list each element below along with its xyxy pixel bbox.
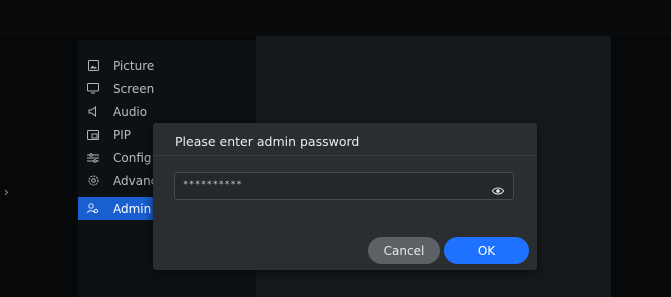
screen-icon	[86, 82, 100, 96]
top-band	[0, 0, 671, 36]
side-arrow-icon[interactable]: ›	[4, 186, 9, 198]
config-icon	[86, 151, 100, 165]
menu-item-audio[interactable]: Audio	[78, 100, 256, 123]
dialog-divider	[153, 155, 537, 156]
password-input[interactable]	[183, 180, 483, 190]
dialog-title: Please enter admin password	[175, 134, 360, 149]
menu-item-label: Advanc	[113, 173, 158, 188]
menu-item-picture[interactable]: Picture	[78, 54, 256, 77]
admin-icon	[86, 202, 100, 216]
password-field[interactable]	[174, 172, 514, 200]
menu-item-label: Picture	[113, 58, 155, 73]
picture-icon	[86, 59, 100, 73]
menu-item-label: Config	[113, 150, 152, 165]
advanced-icon	[86, 174, 100, 188]
menu-item-label: Admin	[113, 201, 152, 216]
ok-button[interactable]: OK	[444, 237, 529, 264]
eye-icon[interactable]	[491, 181, 505, 195]
admin-password-dialog: Please enter admin password Cancel OK	[153, 123, 537, 270]
audio-icon	[86, 105, 100, 119]
pip-icon	[86, 128, 100, 142]
cancel-button[interactable]: Cancel	[368, 237, 440, 264]
menu-item-screen[interactable]: Screen	[78, 77, 256, 100]
menu-item-label: Screen	[113, 81, 155, 96]
tv-settings-screen: › Picture Screen Audio PIP Config Advanc…	[0, 0, 671, 297]
menu-item-label: Audio	[113, 104, 148, 119]
menu-item-label: PIP	[113, 127, 132, 142]
